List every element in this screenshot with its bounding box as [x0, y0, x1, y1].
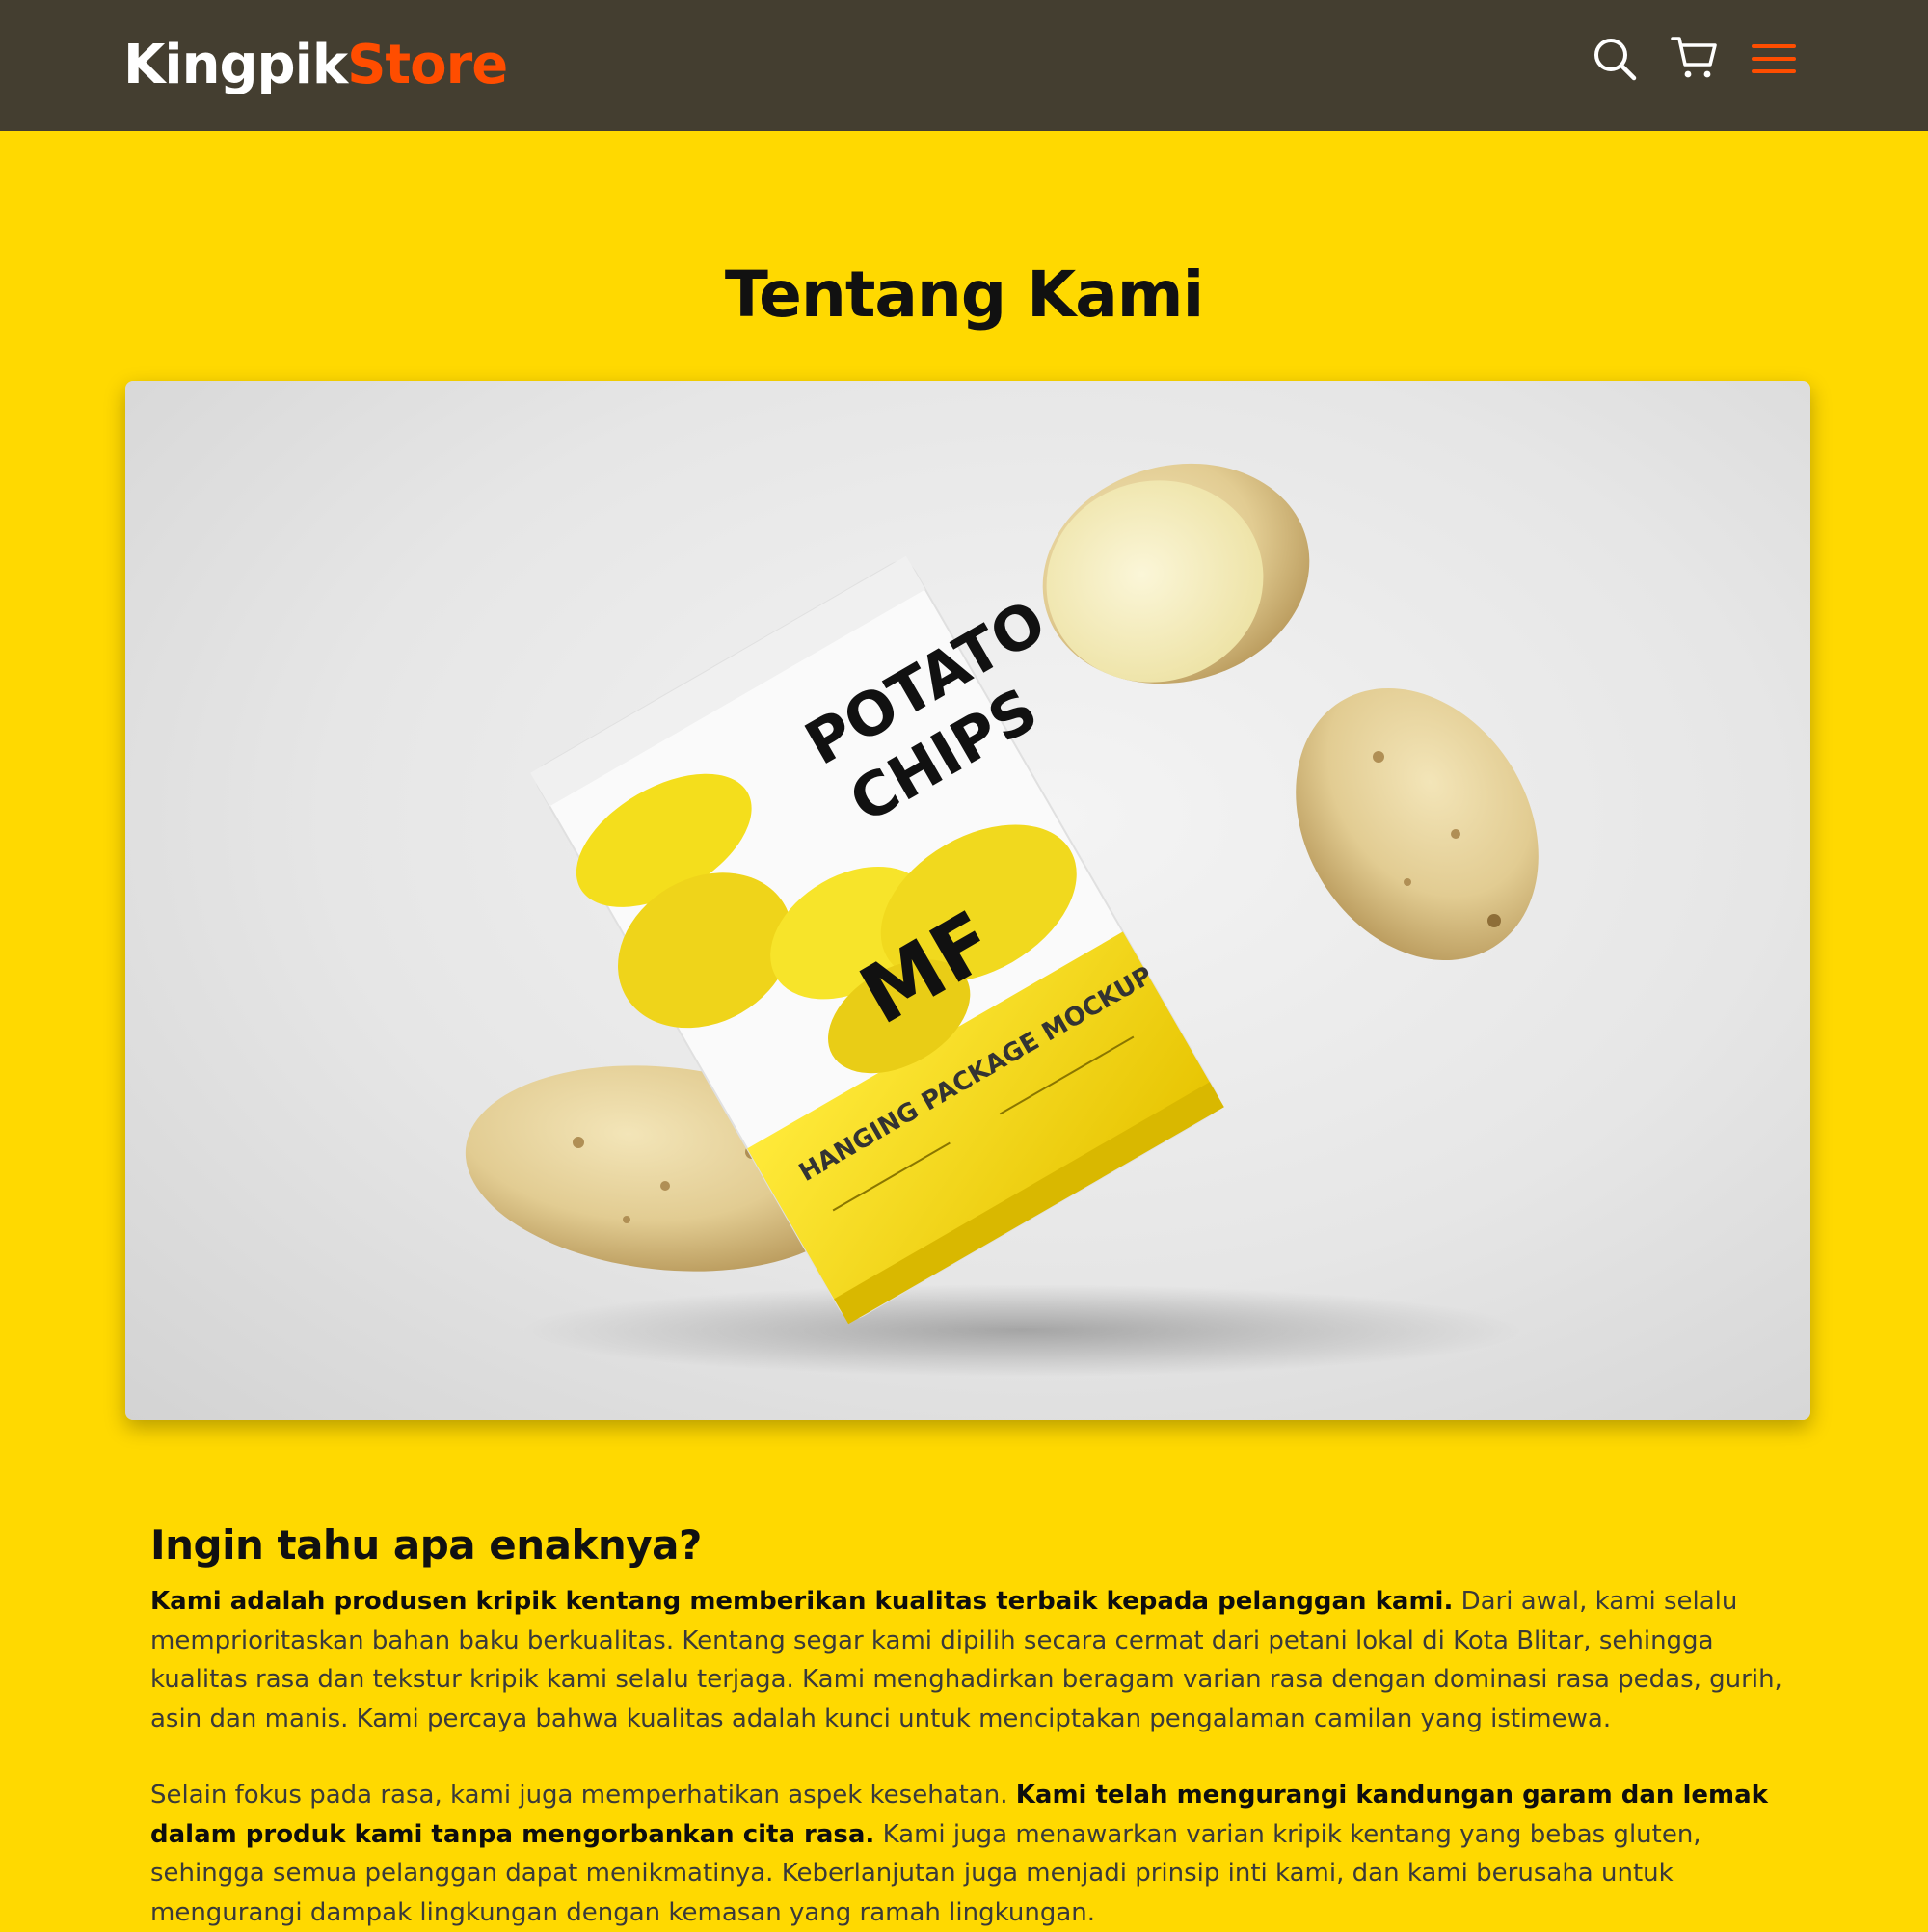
section-heading: Ingin tahu apa enaknya? [150, 1520, 702, 1569]
about-paragraph-1: Kami adalah produsen kripik kentang memb… [150, 1582, 1789, 1738]
brand-name-part2: Store [347, 34, 508, 96]
brand-logo[interactable]: KingpikStore [123, 33, 508, 98]
hero-image: POTATO CHIPS MF HANGING PACKAGE MOCKUP [125, 381, 1810, 1420]
brand-name-part1: Kingpik [123, 34, 348, 96]
cart-button[interactable] [1670, 33, 1718, 81]
menu-icon [1752, 44, 1796, 73]
about-paragraph-2: Selain fokus pada rasa, kami juga memper… [150, 1776, 1789, 1932]
search-icon [1594, 39, 1637, 81]
menu-button[interactable] [1750, 37, 1798, 85]
paragraph-2-start: Selain fokus pada rasa, kami juga memper… [150, 1781, 1016, 1810]
cart-icon [1671, 37, 1717, 78]
navbar: KingpikStore [0, 0, 1928, 131]
potato-cut-top [1042, 463, 1310, 684]
paragraph-1-bold: Kami adalah produsen kripik kentang memb… [150, 1587, 1454, 1616]
potato-right [1296, 687, 1539, 961]
search-button[interactable] [1591, 35, 1639, 83]
product-illustration: POTATO CHIPS MF HANGING PACKAGE MOCKUP [465, 463, 1539, 1377]
floor-shadow [521, 1284, 1523, 1377]
page-title: Tentang Kami [724, 257, 1204, 333]
